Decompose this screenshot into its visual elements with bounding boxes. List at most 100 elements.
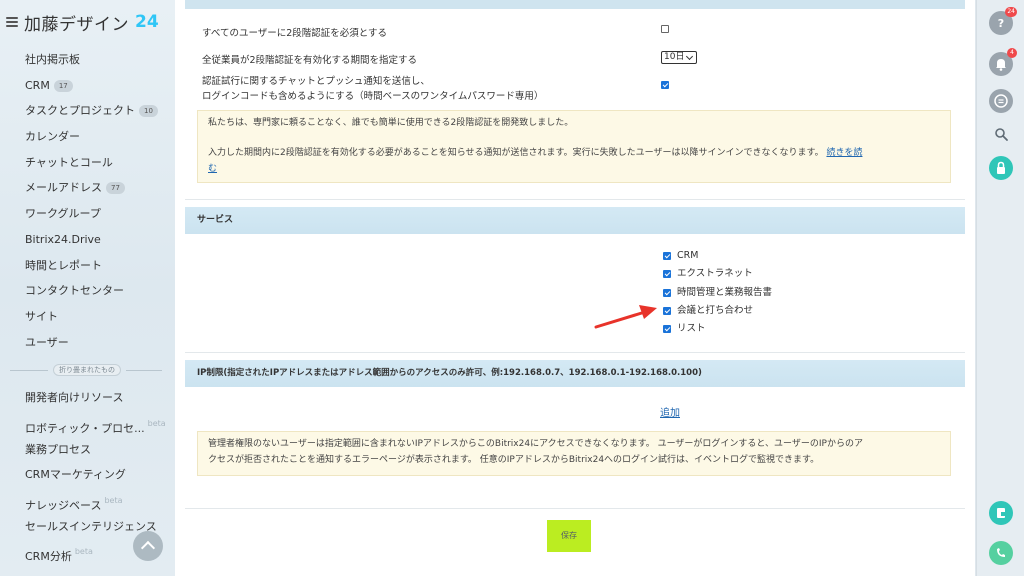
sidebar-item-contact-center[interactable]: コンタクトセンター [0, 278, 175, 304]
footer-separator [185, 508, 965, 509]
sidebar-item-label: カレンダー [25, 130, 80, 144]
note-line: 私たちは、専門家に頼ることなく、誰でも簡単に使用できる2段階認証を開発致しました… [208, 118, 574, 128]
service-lists[interactable]: リスト [663, 320, 706, 338]
help-icon[interactable]: ? 24 [989, 7, 1017, 35]
scroll-up-button[interactable] [133, 531, 163, 561]
sidebar-item-feed[interactable]: 社内掲示板 [0, 47, 175, 73]
service-checkbox[interactable] [663, 289, 671, 297]
service-label: 会議と打ち合わせ [677, 305, 754, 316]
right-toolbar: ? 24 4 [976, 0, 1024, 576]
period-select-value: 10日 [664, 52, 685, 62]
note-line: む [208, 161, 940, 177]
sidebar-item-workflows[interactable]: 業務プロセス [0, 437, 175, 463]
note-line: 入力した期間内に2段階認証を有効化する必要があることを知らせる通知が送信されます… [208, 145, 940, 161]
phone-icon[interactable] [989, 541, 1013, 565]
sidebar-item-mail[interactable]: メールアドレス 77 [0, 175, 175, 201]
collapsed-toggle[interactable]: 折り畳まれたもの [53, 364, 121, 377]
read-more-link-cont[interactable]: む [208, 164, 217, 174]
sidebar-item-knowledge-base[interactable]: ナレッジベース beta [0, 488, 175, 514]
notify-checkbox[interactable] [661, 81, 669, 89]
sidebar-item-label: メールアドレス [25, 181, 102, 195]
require-2fa-checkbox[interactable] [661, 25, 669, 33]
note-line: クセスが拒否されたことを通知するエラーページが表示されます。 任意のIPアドレス… [208, 455, 820, 465]
portal-name[interactable]: 加藤デザイン [24, 10, 129, 35]
sidebar-item-calendar[interactable]: カレンダー [0, 124, 175, 150]
sidebar-item-label: 社内掲示板 [25, 53, 80, 66]
sidebar-item-label: チャットとコール [25, 155, 113, 169]
notify-label-line2: ログインコードも含めるようにする（時間ベースのワンタイムパスワード専用） [202, 91, 544, 102]
period-select[interactable]: 10日 [661, 51, 697, 64]
divider-line [10, 370, 48, 372]
logo-row: 加藤デザイン 24 [6, 10, 159, 35]
lock-icon[interactable] [989, 156, 1013, 180]
ip-info-note: 管理者権限のないユーザーは指定範囲に含まれないIPアドレスからこのBitrix2… [197, 431, 951, 476]
sidebar-item-label: ナレッジベース [25, 499, 102, 512]
sidebar-item-label: ユーザー [25, 335, 69, 349]
sidebar-item-crm[interactable]: CRM 17 [0, 73, 175, 99]
service-label: エクストラネット [677, 268, 753, 279]
sidebar-item-crm-marketing[interactable]: CRMマーケティング [0, 462, 175, 488]
sidebar-item-label: サイト [25, 309, 58, 323]
service-crm[interactable]: CRM [663, 247, 698, 265]
left-sidebar: 加藤デザイン 24 社内掲示板 CRM 17 タスクとプロジェクト 10 カレンダー… [0, 0, 175, 576]
sidebar-item-label: CRM [25, 78, 50, 92]
annotation-arrow-icon [594, 305, 657, 329]
service-label: CRM [677, 250, 699, 261]
divider-line [126, 370, 162, 372]
sidebar-item-label: 開発者向けリソース [25, 391, 124, 405]
service-meetings[interactable]: 会議と打ち合わせ [663, 302, 753, 320]
sidebar-item-users[interactable]: ユーザー [0, 330, 175, 356]
notifications-badge: 4 [1007, 48, 1017, 58]
ip-restriction-header: IP制限(指定されたIPアドレスまたはアドレス範囲からのアクセスのみ許可、例:1… [185, 360, 965, 387]
beta-label: beta [74, 547, 93, 557]
read-more-link[interactable]: 続きを読 [826, 148, 862, 158]
section-header-top [185, 0, 965, 9]
logo-24: 24 [135, 12, 159, 32]
sidebar-item-label: 時間とレポート [25, 258, 102, 272]
messenger-icon[interactable] [989, 89, 1013, 113]
call-icon [997, 548, 1005, 557]
sidebar-item-dev-resources[interactable]: 開発者向けリソース [0, 385, 175, 411]
sidebar-item-drive[interactable]: Bitrix24.Drive [0, 227, 175, 253]
beta-label: beta [147, 418, 166, 428]
notifications-icon[interactable]: 4 [989, 48, 1017, 76]
counter-badge: 77 [106, 182, 125, 195]
sidebar-item-chat[interactable]: チャットとコール [0, 150, 175, 176]
sidebar-item-workgroups[interactable]: ワークグループ [0, 201, 175, 227]
sidebar-item-label: CRMマーケティング [25, 468, 126, 482]
require-2fa-label: すべてのユーザーに2段階認証を必須とする [202, 28, 388, 39]
counter-badge: 17 [53, 79, 73, 92]
sidebar-item-label: セールスインテリジェンス [25, 519, 157, 533]
note-text: 入力した期間内に2段階認証を有効化する必要があることを知らせる通知が送信されます… [208, 148, 824, 158]
save-button[interactable]: 保存 [547, 520, 591, 552]
sidebar-item-label: コンタクトセンター [25, 284, 124, 298]
sidebar-item-label: Bitrix24.Drive [25, 232, 101, 246]
add-ip-link[interactable]: 追加 [660, 404, 680, 419]
sidebar-menu: 社内掲示板 CRM 17 タスクとプロジェクト 10 カレンダー チャットとコール … [0, 47, 175, 565]
chat-icon [994, 94, 1008, 108]
section-separator [185, 352, 965, 353]
sidebar-item-tasks[interactable]: タスクとプロジェクト 10 [0, 98, 175, 124]
sidebar-item-label: 業務プロセス [25, 442, 91, 456]
service-checkbox[interactable] [663, 252, 671, 260]
file-icon[interactable] [989, 501, 1013, 525]
menu-icon[interactable] [6, 17, 18, 27]
sidebar-item-time-reports[interactable]: 時間とレポート [0, 253, 175, 279]
services-header: サービス [185, 207, 965, 234]
magnifier-icon [995, 128, 1008, 141]
service-extranet[interactable]: エクストラネット [663, 265, 753, 283]
service-checkbox[interactable] [663, 270, 671, 278]
padlock-icon [997, 161, 1005, 174]
collapsed-divider: 折り畳まれたもの [0, 355, 175, 385]
period-label: 全従業員が2段階認証を有効化する期間を指定する [202, 55, 418, 66]
section-separator [185, 199, 965, 200]
service-checkbox[interactable] [663, 307, 671, 315]
sidebar-item-rpa[interactable]: ロボティック・プロセ... beta [0, 411, 175, 437]
service-checkbox[interactable] [663, 325, 671, 333]
service-timeman[interactable]: 時間管理と業務報告書 [663, 284, 772, 302]
sidebar-item-label: CRM分析 [25, 550, 72, 564]
sidebar-item-label: タスクとプロジェクト [25, 104, 135, 118]
sidebar-item-sites[interactable]: サイト [0, 304, 175, 330]
document-icon [997, 508, 1006, 518]
search-icon[interactable] [989, 122, 1013, 146]
